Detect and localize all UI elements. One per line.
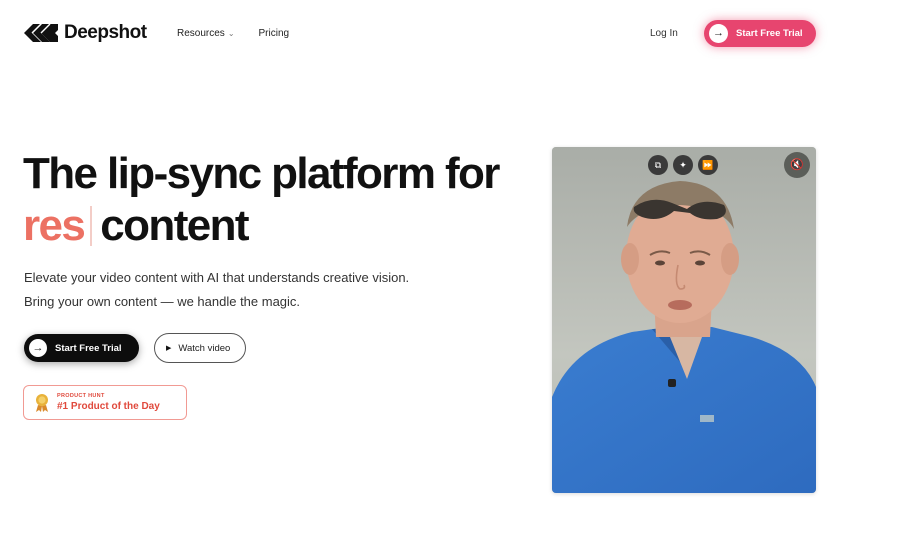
headline-line1: The lip-sync platform for — [23, 149, 500, 198]
demo-video[interactable]: ⧉ ✦ ⏩ 🔇 — [552, 147, 816, 493]
brand-name: Deepshot — [64, 22, 147, 43]
mute-icon[interactable]: 🔇 — [784, 152, 810, 178]
watch-video-label: Watch video — [178, 342, 231, 354]
badge-text: PRODUCT HUNT #1 Product of the Day — [57, 393, 160, 412]
arrow-right-icon: → — [709, 24, 728, 43]
arrow-right-icon: → — [29, 339, 47, 357]
nav-links: Resources ⌄ Pricing — [177, 28, 289, 39]
start-free-trial-button[interactable]: → Start Free Trial — [24, 334, 139, 362]
typing-cursor — [90, 206, 93, 246]
watch-video-button[interactable]: ▶ Watch video — [154, 333, 246, 363]
hero-headline: The lip-sync platform for res content — [23, 148, 500, 252]
subtitle-line2: Bring your own content — we handle the m… — [24, 294, 301, 309]
top-navigation: Deepshot Resources ⌄ Pricing Log In → St… — [0, 0, 900, 68]
headline-typed-word: res — [23, 201, 86, 250]
copy-icon[interactable]: ⧉ — [648, 155, 668, 175]
badge-small-label: PRODUCT HUNT — [57, 393, 105, 399]
fast-forward-icon[interactable]: ⏩ — [698, 155, 718, 175]
start-free-trial-button-nav[interactable]: → Start Free Trial — [704, 20, 816, 47]
play-icon: ▶ — [166, 345, 172, 352]
chevron-down-icon: ⌄ — [227, 29, 235, 38]
sparkle-icon[interactable]: ✦ — [673, 155, 693, 175]
brand-logo[interactable]: Deepshot — [24, 22, 147, 44]
nav-pricing[interactable]: Pricing — [259, 28, 290, 39]
nav-pricing-label: Pricing — [258, 28, 290, 39]
headline-rest: content — [100, 201, 249, 250]
medal-icon — [36, 393, 48, 412]
video-frame — [552, 147, 816, 493]
hero-subtitle: Elevate your video content with AI that … — [24, 266, 409, 314]
login-link[interactable]: Log In — [650, 28, 678, 39]
start-free-trial-label: Start Free Trial — [55, 342, 122, 354]
subtitle-line1: Elevate your video content with AI that … — [24, 270, 410, 285]
product-hunt-badge[interactable]: PRODUCT HUNT #1 Product of the Day — [23, 385, 187, 420]
start-free-trial-label: Start Free Trial — [736, 28, 803, 39]
badge-main-label: #1 Product of the Day — [57, 401, 160, 412]
deepshot-logo-icon — [24, 23, 58, 42]
nav-resources-label: Resources — [177, 28, 225, 39]
nav-resources[interactable]: Resources ⌄ — [177, 28, 235, 39]
